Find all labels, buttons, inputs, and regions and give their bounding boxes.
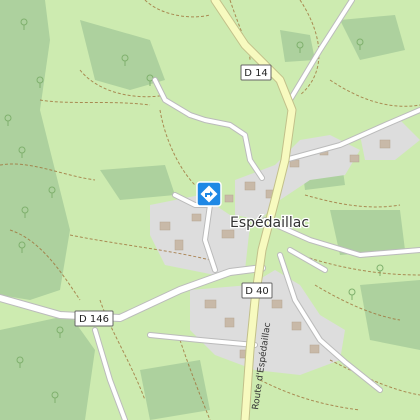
d40-shield: D 40 — [241, 282, 273, 299]
d14-label: D 14 — [244, 68, 268, 79]
location-marker[interactable] — [196, 181, 222, 207]
map-canvas[interactable]: D 14 D 40 D 146 Route d'Espédaillac Espé… — [0, 0, 420, 420]
d146-label: D 146 — [79, 314, 109, 325]
d14-shield: D 14 — [240, 64, 272, 81]
d40-label: D 40 — [245, 286, 269, 297]
place-name-label: Espédaillac — [230, 215, 309, 231]
d146-shield: D 146 — [74, 310, 114, 327]
